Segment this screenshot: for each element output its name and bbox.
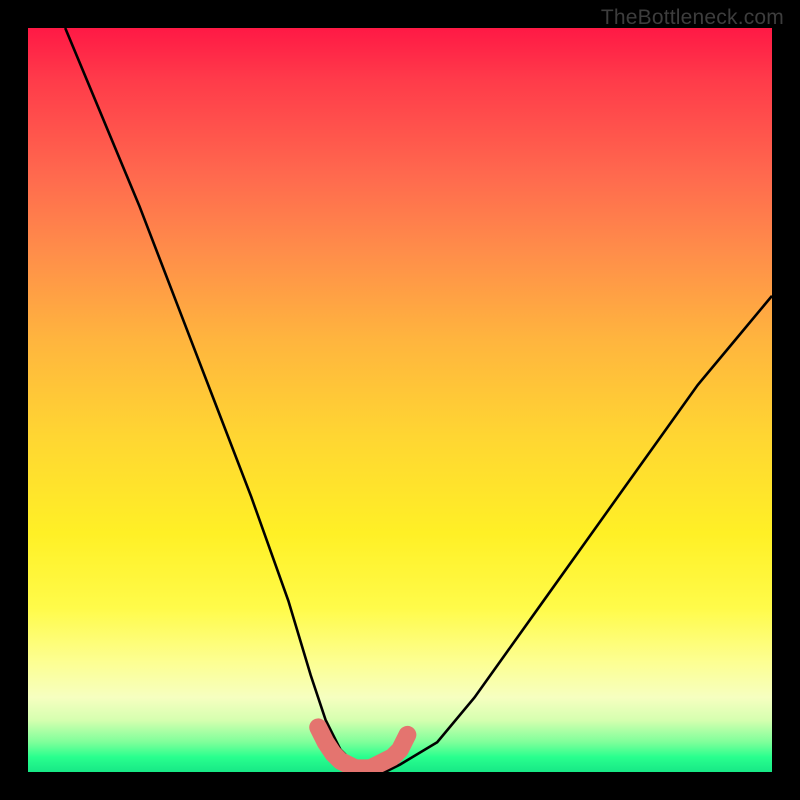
plot-area	[28, 28, 772, 772]
valley-dot	[311, 721, 324, 734]
watermark-text: TheBottleneck.com	[601, 6, 784, 30]
valley-dot	[323, 739, 336, 752]
curve-layer	[28, 28, 772, 772]
chart-frame: TheBottleneck.com	[0, 0, 800, 800]
bottleneck-curve	[65, 28, 772, 772]
